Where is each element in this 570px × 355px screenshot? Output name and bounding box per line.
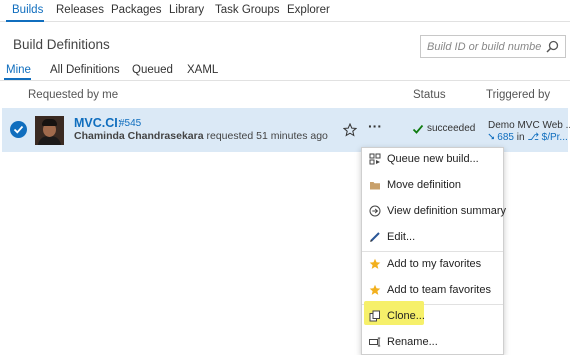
menu-item-clone[interactable]: Clone... [362, 305, 503, 329]
menu-item-edit[interactable]: Edit... [362, 226, 503, 250]
trigger-details: ⭨ 685 in ⎇ $/Pr... [488, 132, 568, 143]
folder-icon [370, 182, 380, 190]
menu-item-label: Edit... [387, 231, 416, 243]
top-nav: Builds Releases Packages Library Task Gr… [0, 0, 570, 22]
build-number-link[interactable]: #545 [119, 118, 141, 129]
menu-item-label: Add to team favorites [387, 284, 491, 296]
menu-item-queue-new-build[interactable]: Queue new build... [362, 148, 503, 172]
clone-icon [369, 310, 380, 322]
favorite-star-icon[interactable] [343, 123, 357, 137]
page-title: Build Definitions [13, 37, 110, 52]
star-icon [369, 258, 381, 269]
star-icon [369, 284, 381, 295]
menu-item-label: Add to my favorites [387, 258, 482, 270]
column-header-status: Status [413, 89, 446, 101]
pencil-icon [370, 232, 380, 242]
menu-item-label: Move definition [387, 179, 461, 191]
tab-mine[interactable]: Mine [6, 64, 31, 76]
branch-path-link[interactable]: $/Pr... [542, 132, 568, 143]
summary-arrow-icon [369, 205, 381, 217]
column-header-triggered-by: Triggered by [486, 89, 551, 101]
success-check-icon [412, 124, 424, 134]
menu-item-label: Queue new build... [387, 153, 479, 165]
tab-packages[interactable]: Packages [111, 4, 162, 16]
row-selected-check-icon[interactable] [10, 121, 27, 138]
tab-xaml[interactable]: XAML [187, 64, 218, 76]
changeset-icon: ⭨ [488, 132, 495, 143]
search-icon[interactable] [546, 40, 559, 53]
menu-item-label: Rename... [387, 336, 438, 348]
queue-build-icon [369, 153, 381, 165]
build-row[interactable]: MVC.CI: #545 Chaminda Chandrasekara requ… [2, 108, 570, 152]
column-header-requested-by: Requested by me [28, 89, 119, 101]
tab-explorer[interactable]: Explorer [287, 4, 330, 16]
menu-item-rename[interactable]: Rename... [362, 331, 503, 355]
tab-releases[interactable]: Releases [56, 4, 104, 16]
changeset-link[interactable]: 685 [497, 132, 514, 143]
trigger-in-text: in [516, 132, 525, 143]
menu-item-label: View definition summary [387, 205, 507, 217]
menu-item-add-to-team-favorites[interactable]: Add to team favorites [362, 279, 503, 303]
active-tab-indicator [6, 20, 44, 22]
context-menu: Queue new build... Move definition View … [361, 147, 507, 355]
requested-time: requested 51 minutes ago [206, 130, 328, 142]
tab-library[interactable]: Library [169, 4, 204, 16]
avatar [35, 116, 64, 145]
menu-item-move-definition[interactable]: Move definition [362, 174, 503, 198]
more-actions-button[interactable]: ··· [364, 118, 386, 140]
menu-item-view-definition-summary[interactable]: View definition summary [362, 200, 507, 224]
build-requested-info: Chaminda Chandrasekara requested 51 minu… [74, 130, 328, 142]
menu-divider [362, 251, 503, 252]
tab-task-groups[interactable]: Task Groups [215, 4, 280, 16]
search-box [420, 35, 566, 58]
tab-builds[interactable]: Builds [12, 4, 43, 16]
active-subtab-indicator [4, 78, 31, 80]
menu-item-add-to-my-favorites[interactable]: Add to my favorites [362, 253, 503, 277]
search-input[interactable] [421, 36, 541, 57]
sub-tabs: Mine All Definitions Queued XAML [0, 61, 570, 81]
menu-item-label: Clone... [387, 310, 425, 322]
build-definition-link[interactable]: MVC.CI: [74, 116, 121, 130]
trigger-title: Demo MVC Web ... [488, 120, 570, 131]
branch-icon: ⎇ [527, 132, 539, 143]
build-status: succeeded [427, 123, 476, 134]
requester-name: Chaminda Chandrasekara [74, 130, 204, 142]
tab-all-definitions[interactable]: All Definitions [50, 64, 120, 76]
rename-icon [369, 337, 381, 347]
tab-queued[interactable]: Queued [132, 64, 173, 76]
